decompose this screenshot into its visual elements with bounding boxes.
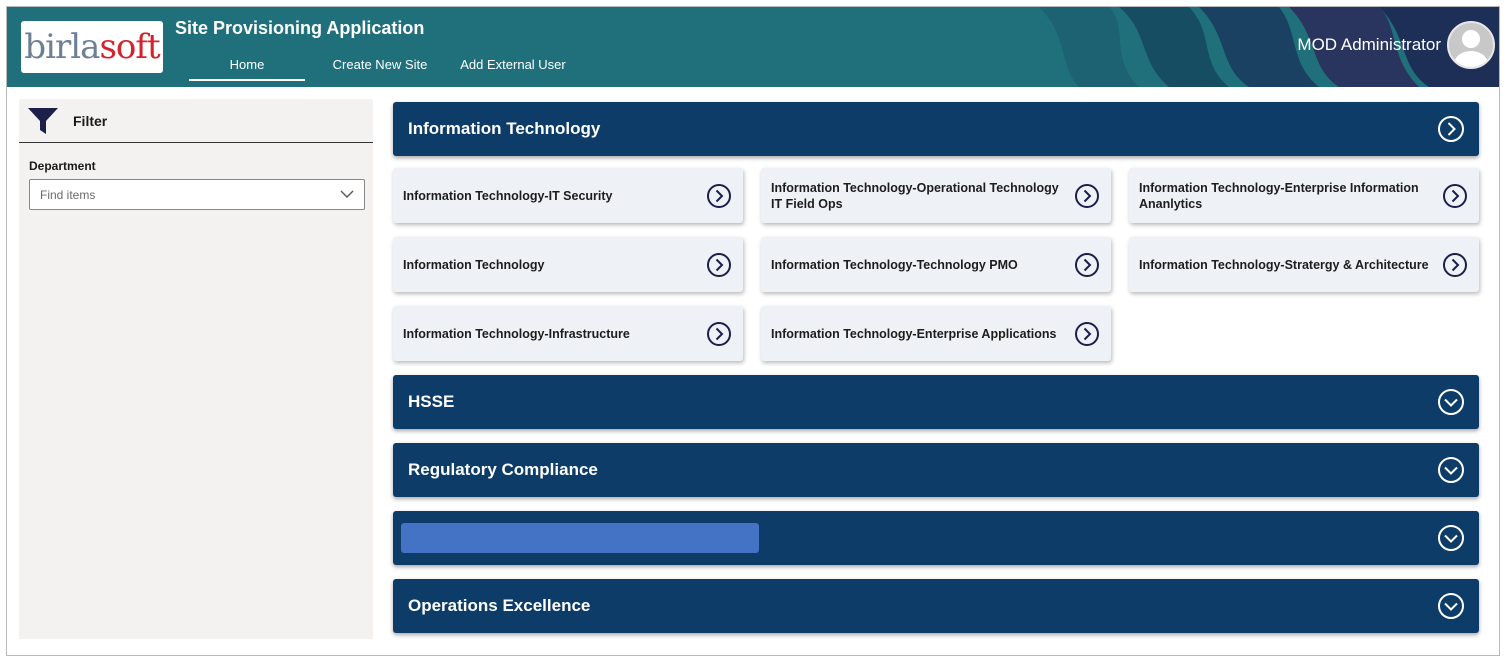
section-title: HSSE (408, 392, 455, 411)
nav-create-new-site[interactable]: Create New Site (315, 51, 445, 81)
section-title: Regulatory Compliance (408, 460, 598, 479)
site-card-label: Information Technology (403, 257, 545, 272)
birlasoft-logo: birla soft (21, 21, 163, 73)
site-card[interactable]: Information Technology-Stratergy & Archi… (1129, 237, 1479, 292)
department-label: Department (29, 159, 96, 173)
site-card-label: Information Technology-Enterprise Inform… (1139, 180, 1419, 211)
section-title: Operations Excellence (408, 596, 591, 615)
app-header: birla soft Site Provisioning Application … (7, 7, 1499, 87)
site-card[interactable]: Information Technology-Operational Techn… (761, 168, 1111, 223)
logo-text-part2: soft (99, 27, 160, 67)
top-nav: Home Create New Site Add External User (189, 51, 573, 81)
site-grid: Information Technology-IT Security Infor… (393, 168, 1479, 361)
filter-panel: Filter Department Find items (19, 99, 373, 639)
chevron-right-circle-icon[interactable] (705, 320, 733, 348)
site-card[interactable]: Information Technology-Enterprise Inform… (1129, 168, 1479, 223)
site-card[interactable]: Information Technology-IT Security (393, 168, 743, 223)
section-regulatory-compliance[interactable]: Regulatory Compliance (393, 443, 1479, 497)
site-card-label: Information Technology-Operational Techn… (771, 180, 1059, 211)
nav-home[interactable]: Home (189, 51, 305, 81)
chevron-right-circle-icon[interactable] (1073, 251, 1101, 279)
section-title: Information Technology (408, 119, 601, 138)
chevron-down-circle-icon[interactable] (1437, 456, 1465, 484)
chevron-right-circle-icon[interactable] (1437, 115, 1465, 143)
nav-add-external-user[interactable]: Add External User (453, 51, 573, 81)
section-hsse[interactable]: HSSE (393, 375, 1479, 429)
chevron-right-circle-icon[interactable] (1073, 320, 1101, 348)
site-card[interactable]: Information Technology-Enterprise Applic… (761, 306, 1111, 361)
department-placeholder: Find items (40, 187, 96, 202)
app-window: birla soft Site Provisioning Application … (6, 6, 1500, 656)
section-information-technology[interactable]: Information Technology (393, 102, 1479, 156)
filter-title: Filter (73, 112, 108, 129)
site-card-label: Information Technology-Enterprise Applic… (771, 326, 1057, 341)
site-card-label: Information Technology-Technology PMO (771, 257, 1018, 272)
section-operations-excellence[interactable]: Operations Excellence (393, 579, 1479, 633)
filter-header: Filter (19, 99, 373, 143)
funnel-icon (27, 106, 61, 136)
chevron-right-circle-icon[interactable] (705, 251, 733, 279)
redacted-title-block (401, 523, 759, 553)
section-redacted[interactable] (393, 511, 1479, 565)
department-list: Information Technology Information Techn… (393, 102, 1479, 647)
user-menu[interactable]: MOD Administrator (1297, 21, 1495, 69)
logo-text-part1: birla (24, 27, 100, 67)
avatar-person-icon[interactable] (1447, 21, 1495, 69)
chevron-down-circle-icon[interactable] (1437, 388, 1465, 416)
chevron-down-circle-icon[interactable] (1437, 592, 1465, 620)
chevron-right-circle-icon[interactable] (1441, 182, 1469, 210)
department-dropdown[interactable]: Find items (29, 179, 365, 210)
chevron-right-circle-icon[interactable] (705, 182, 733, 210)
site-card-label: Information Technology-Stratergy & Archi… (1139, 257, 1429, 272)
user-name: MOD Administrator (1297, 35, 1441, 54)
site-card[interactable]: Information Technology-Technology PMO (761, 237, 1111, 292)
app-title: Site Provisioning Application (175, 18, 425, 38)
site-card-label: Information Technology-Infrastructure (403, 326, 630, 341)
site-card-label: Information Technology-IT Security (403, 188, 613, 203)
chevron-down-circle-icon[interactable] (1437, 524, 1465, 552)
site-card[interactable]: Information Technology (393, 237, 743, 292)
chevron-right-circle-icon[interactable] (1073, 182, 1101, 210)
chevron-right-circle-icon[interactable] (1441, 251, 1469, 279)
chevron-down-icon (340, 186, 354, 204)
site-card[interactable]: Information Technology-Infrastructure (393, 306, 743, 361)
